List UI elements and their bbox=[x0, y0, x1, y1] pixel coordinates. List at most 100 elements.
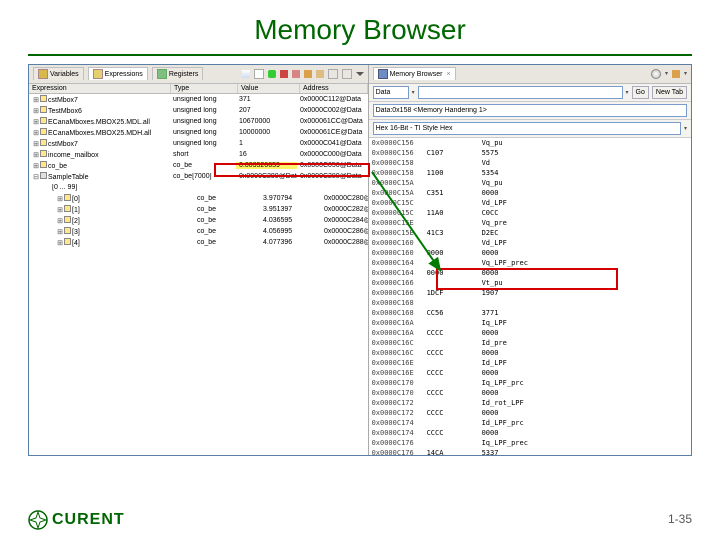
format-select[interactable] bbox=[373, 122, 681, 135]
toolbar-export-icon[interactable] bbox=[328, 69, 338, 79]
memory-row[interactable]: 0x0000C156C1075575 bbox=[369, 148, 691, 158]
view-menu-icon[interactable]: ▾ bbox=[684, 70, 687, 77]
memory-row[interactable]: 0x0000C174Id_LPF_prc bbox=[369, 418, 691, 428]
memory-row[interactable]: 0x0000C15AC3510000 bbox=[369, 188, 691, 198]
right-tabbar: Memory Browser × ▾ ▾ bbox=[369, 65, 691, 84]
registers-icon bbox=[157, 69, 167, 79]
expressions-icon bbox=[93, 69, 103, 79]
memory-row[interactable]: 0x0000C16ACCCC0000 bbox=[369, 328, 691, 338]
variables-icon bbox=[38, 69, 48, 79]
toolbar-tree-icon[interactable] bbox=[242, 70, 250, 78]
memory-icon bbox=[378, 69, 388, 79]
memory-toolbar-2 bbox=[369, 102, 691, 120]
page-number: 1-35 bbox=[668, 512, 692, 526]
memory-row[interactable]: 0x0000C16AIq_LPF bbox=[369, 318, 691, 328]
memory-row[interactable]: 0x0000C1661DCF1907 bbox=[369, 288, 691, 298]
memory-row[interactable]: 0x0000C164Vq_LPF_prec bbox=[369, 258, 691, 268]
table-row[interactable]: [0 ... 99] bbox=[29, 182, 368, 193]
memory-row[interactable]: 0x0000C15C11A0C0CC bbox=[369, 208, 691, 218]
tab-label: Expressions bbox=[105, 71, 143, 78]
memory-row[interactable]: 0x0000C15CVd_LPF bbox=[369, 198, 691, 208]
toolbar-import-icon[interactable] bbox=[342, 69, 352, 79]
brand-logo-icon bbox=[28, 510, 48, 530]
gear-icon[interactable] bbox=[651, 69, 661, 79]
tab-expressions[interactable]: Expressions bbox=[88, 67, 148, 80]
table-row[interactable]: ⊞co_beco_be0.0035266590x0000C056@Data bbox=[29, 160, 368, 171]
toolbar-menu-icon[interactable] bbox=[356, 72, 364, 76]
debug-panes: Variables Expressions Registers bbox=[28, 64, 692, 456]
gear-menu-icon[interactable]: ▾ bbox=[665, 70, 668, 77]
memory-row[interactable]: 0x0000C16400000000 bbox=[369, 268, 691, 278]
table-row[interactable]: ⊞ECanaMboxes.MBOX25.MDH.allunsigned long… bbox=[29, 127, 368, 138]
memory-row[interactable]: 0x0000C168CC563771 bbox=[369, 308, 691, 318]
memory-row[interactable]: 0x0000C15E41C3D2EC bbox=[369, 228, 691, 238]
address-input[interactable] bbox=[418, 86, 623, 99]
memory-row[interactable]: 0x0000C158Vd bbox=[369, 158, 691, 168]
slide-title: Memory Browser bbox=[0, 0, 720, 54]
memory-row[interactable]: 0x0000C16ECCCC0000 bbox=[369, 368, 691, 378]
memory-row[interactable]: 0x0000C16000000000 bbox=[369, 248, 691, 258]
memory-row[interactable]: 0x0000C16CId_pre bbox=[369, 338, 691, 348]
go-button[interactable]: Go bbox=[632, 86, 649, 99]
memory-row[interactable]: 0x0000C15811005354 bbox=[369, 168, 691, 178]
toolbar-add-icon[interactable] bbox=[268, 70, 276, 78]
toolbar-remove-all-icon[interactable] bbox=[292, 70, 300, 78]
title-rule bbox=[28, 54, 692, 56]
left-tabbar: Variables Expressions Registers bbox=[29, 65, 368, 84]
table-row[interactable]: ⊞income_mailboxshort160x0000C000@Data bbox=[29, 149, 368, 160]
col-address[interactable]: Address bbox=[300, 84, 368, 93]
toolbar-refresh-icon[interactable] bbox=[304, 70, 312, 78]
memory-row[interactable]: 0x0000C166Vt_pu bbox=[369, 278, 691, 288]
table-row[interactable]: ⊞[2]co_be4.0365950x0000C284@Data bbox=[29, 215, 368, 226]
memory-row[interactable]: 0x0000C17614CA5337 bbox=[369, 448, 691, 455]
memory-row[interactable]: 0x0000C174CCCC0000 bbox=[369, 428, 691, 438]
memory-row[interactable]: 0x0000C16CCCCC0000 bbox=[369, 348, 691, 358]
core-select[interactable] bbox=[373, 86, 409, 99]
expressions-rows: ⊞cstMbox7unsigned long3710x0000C112@Data… bbox=[29, 94, 368, 455]
toolbar-realtime-icon[interactable] bbox=[316, 70, 324, 78]
memory-row[interactable]: 0x0000C16EId_LPF bbox=[369, 358, 691, 368]
memory-row[interactable]: 0x0000C176Iq_LPF_prec bbox=[369, 438, 691, 448]
memory-row[interactable]: 0x0000C15AVq_pu bbox=[369, 178, 691, 188]
tab-memory-browser[interactable]: Memory Browser × bbox=[373, 67, 456, 80]
memory-row[interactable]: 0x0000C172CCCC0000 bbox=[369, 408, 691, 418]
table-row[interactable]: ⊟SampleTableco_be[7000]0x0000C280@Data0x… bbox=[29, 171, 368, 182]
table-row[interactable]: ⊞ECanaMboxes.MBOX25.MDL.allunsigned long… bbox=[29, 116, 368, 127]
memory-row[interactable]: 0x0000C172Id_rot_LPF bbox=[369, 398, 691, 408]
tab-label: Registers bbox=[169, 71, 199, 78]
toolbar-remove-icon[interactable] bbox=[280, 70, 288, 78]
memory-toolbar-3: ▾ bbox=[369, 120, 691, 138]
tab-registers[interactable]: Registers bbox=[152, 67, 204, 80]
chevron-down-icon[interactable]: ▾ bbox=[684, 125, 687, 132]
col-type[interactable]: Type bbox=[171, 84, 238, 93]
refresh-icon[interactable] bbox=[672, 70, 680, 78]
toolbar-collapse-icon[interactable] bbox=[254, 69, 264, 79]
table-row[interactable]: ⊞[1]co_be3.9513970x0000C282@Data bbox=[29, 204, 368, 215]
chevron-down-icon[interactable]: ▾ bbox=[626, 89, 629, 96]
memory-row[interactable]: 0x0000C156Vq_pu bbox=[369, 138, 691, 148]
memory-row[interactable]: 0x0000C15EVq_pre bbox=[369, 218, 691, 228]
memory-row[interactable]: 0x0000C170Iq_LPF_prc bbox=[369, 378, 691, 388]
table-row[interactable]: ⊞cstMbox7unsigned long10x0000C041@Data bbox=[29, 138, 368, 149]
chevron-down-icon[interactable]: ▾ bbox=[412, 89, 415, 96]
col-value[interactable]: Value bbox=[238, 84, 300, 93]
new-tab-button[interactable]: New Tab bbox=[652, 86, 687, 99]
memory-browser-pane: Memory Browser × ▾ ▾ ▾ ▾ Go New Tab bbox=[369, 65, 691, 455]
address-display[interactable] bbox=[373, 104, 687, 117]
table-row[interactable]: ⊞[0]co_be3.9707940x0000C280@Data bbox=[29, 193, 368, 204]
table-row[interactable]: ⊞cstMbox7unsigned long3710x0000C112@Data bbox=[29, 94, 368, 105]
table-row[interactable]: ⊞[3]co_be4.0569950x0000C286@Data bbox=[29, 226, 368, 237]
memory-row[interactable]: 0x0000C170CCCC0000 bbox=[369, 388, 691, 398]
memory-row[interactable]: 0x0000C168 bbox=[369, 298, 691, 308]
expressions-pane: Variables Expressions Registers bbox=[29, 65, 369, 455]
memory-rows: 0x0000C156Vq_pu0x0000C156C10755750x0000C… bbox=[369, 138, 691, 455]
table-row[interactable]: ⊞TestMbox6unsigned long2070x0000C002@Dat… bbox=[29, 105, 368, 116]
col-expression[interactable]: Expression bbox=[29, 84, 171, 93]
tab-variables[interactable]: Variables bbox=[33, 67, 84, 80]
tab-close-icon[interactable]: × bbox=[446, 71, 450, 78]
table-row[interactable]: ⊞[4]co_be4.0773960x0000C288@Data bbox=[29, 237, 368, 248]
tab-label: Variables bbox=[50, 71, 79, 78]
memory-toolbar-1: ▾ ▾ Go New Tab bbox=[369, 84, 691, 102]
memory-row[interactable]: 0x0000C160Vd_LPF bbox=[369, 238, 691, 248]
columns-header: Expression Type Value Address bbox=[29, 84, 368, 94]
